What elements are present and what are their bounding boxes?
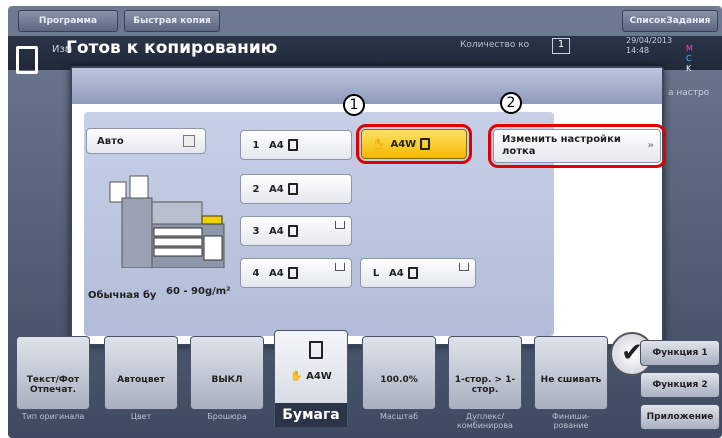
copies-label: Количество ко bbox=[460, 40, 530, 50]
tray-3-button[interactable]: 3 A4 bbox=[240, 216, 352, 246]
color-caption: Цвет bbox=[130, 412, 152, 421]
manual-tray-highlight: ✋ A4W bbox=[356, 124, 472, 164]
document-icon bbox=[16, 46, 38, 74]
tray-size: A4 bbox=[269, 225, 284, 237]
zoom-value: 100.0% bbox=[380, 375, 418, 385]
original-type-caption: Тип оригинала bbox=[21, 412, 85, 421]
paper-portrait-icon bbox=[287, 225, 298, 237]
paper-tab-value: ✋ A4W bbox=[275, 371, 347, 382]
duplex-caption: Дуплекс/ комбинирова bbox=[457, 412, 513, 430]
booklet-value: ВЫКЛ bbox=[211, 375, 243, 385]
hand-icon: ✋ bbox=[372, 138, 385, 150]
callout-2: 2 bbox=[500, 92, 522, 114]
finishing-value: Не сшивать bbox=[540, 375, 602, 385]
paper-weight-label: 60 - 90g/m² bbox=[166, 286, 231, 297]
job-list-button[interactable]: СписокЗадания bbox=[622, 10, 718, 32]
copies-value[interactable]: 1 bbox=[552, 38, 570, 54]
duplex-value: 1-стор. > 1-стор. bbox=[454, 375, 516, 395]
paper-value: A4W bbox=[306, 371, 332, 382]
change-tray-settings-label: Изменить настройки лотка bbox=[502, 134, 621, 157]
zoom-button[interactable]: 100.0% bbox=[362, 336, 436, 410]
paper-portrait-icon bbox=[287, 267, 298, 279]
tray-large-button[interactable]: L A4 bbox=[360, 258, 476, 288]
original-type-value: Текст/Фот Отпечат. bbox=[26, 375, 80, 395]
function-2-button[interactable]: Функция 2 bbox=[640, 372, 720, 398]
tray-4-button[interactable]: 4 A4 bbox=[240, 258, 352, 288]
duplex-button[interactable]: 1-стор. > 1-стор. bbox=[448, 336, 522, 410]
dialog-header bbox=[72, 68, 662, 104]
finishing-button[interactable]: Не сшивать bbox=[534, 336, 608, 410]
function-1-button[interactable]: Функция 1 bbox=[640, 340, 720, 366]
paper-tab[interactable]: ✋ A4W Бумага bbox=[274, 330, 348, 427]
original-type-button[interactable]: Текст/Фот Отпечат. bbox=[16, 336, 90, 410]
tray-number: 4 bbox=[252, 267, 260, 279]
application-button[interactable]: Приложение bbox=[640, 404, 720, 430]
datetime: 29/04/2013 14:48 bbox=[626, 36, 672, 56]
paper-portrait-icon bbox=[287, 139, 298, 151]
tray-number: 2 bbox=[252, 183, 260, 195]
chevron-right-icon: » bbox=[647, 140, 654, 151]
finishing-caption: Финиши- рование bbox=[552, 412, 590, 430]
paper-portrait-icon bbox=[420, 138, 431, 150]
quick-copy-button[interactable]: Быстрая копия bbox=[124, 10, 220, 32]
tray-number: L bbox=[372, 267, 380, 279]
auto-label: Авто bbox=[97, 135, 124, 147]
auto-checkbox[interactable] bbox=[183, 135, 195, 147]
status-bar: Готов к копированию bbox=[8, 36, 722, 70]
change-tray-settings-highlight: Изменить настройки лотка » bbox=[488, 124, 666, 168]
color-button[interactable]: Автоцвет bbox=[104, 336, 178, 410]
status-subtitle: Изм bbox=[52, 44, 73, 55]
tray-number: 3 bbox=[252, 225, 260, 237]
tray-size: A4 bbox=[389, 267, 404, 279]
tray-size: A4 bbox=[269, 139, 284, 151]
paper-type-label: Обычная бу bbox=[88, 290, 157, 301]
booklet-caption: Брошюра bbox=[207, 412, 247, 421]
manual-tray-button[interactable]: ✋ A4W bbox=[361, 129, 467, 159]
machine-illustration-icon bbox=[109, 175, 225, 268]
tray-1-button[interactable]: 1 A4 bbox=[240, 130, 352, 160]
booklet-button[interactable]: ВЫКЛ bbox=[190, 336, 264, 410]
tray-size: A4 bbox=[269, 267, 284, 279]
auto-paper-button[interactable]: Авто bbox=[86, 128, 206, 154]
zoom-caption: Масштаб bbox=[379, 412, 419, 421]
program-button[interactable]: Программа bbox=[18, 10, 118, 32]
callout-1: 1 bbox=[343, 94, 365, 116]
toner-cyan: C bbox=[686, 54, 692, 63]
color-value: Автоцвет bbox=[117, 375, 165, 385]
manual-tray-size: A4W bbox=[390, 138, 417, 150]
hand-icon: ✋ bbox=[290, 371, 307, 382]
paper-level-icon bbox=[335, 221, 345, 229]
paper-tab-caption: Бумага bbox=[275, 403, 347, 427]
paper-level-icon bbox=[459, 263, 469, 271]
date: 29/04/2013 bbox=[626, 36, 673, 45]
time: 14:48 bbox=[626, 46, 650, 55]
tray-size: A4 bbox=[269, 183, 284, 195]
paper-portrait-icon bbox=[287, 183, 298, 195]
paper-icon bbox=[309, 341, 323, 359]
change-tray-settings-button[interactable]: Изменить настройки лотка » bbox=[493, 129, 661, 163]
paper-portrait-icon bbox=[407, 267, 418, 279]
tray-2-button[interactable]: 2 A4 bbox=[240, 174, 352, 204]
paper-level-icon bbox=[335, 263, 345, 271]
toner-black: K bbox=[686, 64, 692, 73]
toner-magenta: M bbox=[686, 44, 693, 53]
status-title: Готов к копированию bbox=[66, 38, 278, 58]
tray-number: 1 bbox=[252, 139, 260, 151]
tray-settings-fragment: а настро bbox=[668, 88, 710, 98]
